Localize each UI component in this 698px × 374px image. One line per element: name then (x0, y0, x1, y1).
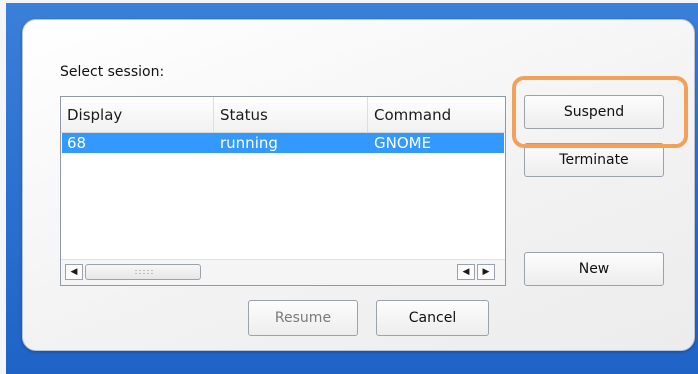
horizontal-scrollbar[interactable]: ◀ ◀ ▶ (61, 259, 505, 285)
column-status[interactable]: Status (214, 97, 368, 132)
scroll-right-button[interactable]: ▶ (477, 264, 495, 280)
scroll-left-button-secondary[interactable]: ◀ (457, 264, 475, 280)
scroll-right-icon: ▶ (482, 267, 490, 277)
scroll-left-icon: ◀ (462, 267, 470, 277)
session-list[interactable]: Display Status Command 68 running GNOME … (60, 96, 506, 286)
scroll-left-icon: ◀ (70, 267, 78, 277)
scroll-thumb[interactable] (85, 264, 201, 280)
resume-button[interactable]: Resume (248, 300, 358, 336)
session-list-header: Display Status Command (61, 97, 505, 133)
suspend-button[interactable]: Suspend (524, 95, 664, 129)
cancel-button[interactable]: Cancel (376, 300, 489, 336)
select-session-label: Select session: (60, 64, 165, 80)
session-command: GNOME (374, 134, 432, 152)
session-display: 68 (67, 134, 87, 152)
column-display[interactable]: Display (61, 97, 214, 132)
session-status: running (220, 134, 278, 152)
new-button[interactable]: New (524, 252, 664, 286)
terminate-button[interactable]: Terminate (524, 143, 664, 177)
scroll-grip-icon (134, 269, 154, 275)
scroll-left-button[interactable]: ◀ (65, 264, 83, 280)
session-row[interactable]: 68 running GNOME (62, 133, 504, 153)
column-command[interactable]: Command (368, 97, 505, 132)
